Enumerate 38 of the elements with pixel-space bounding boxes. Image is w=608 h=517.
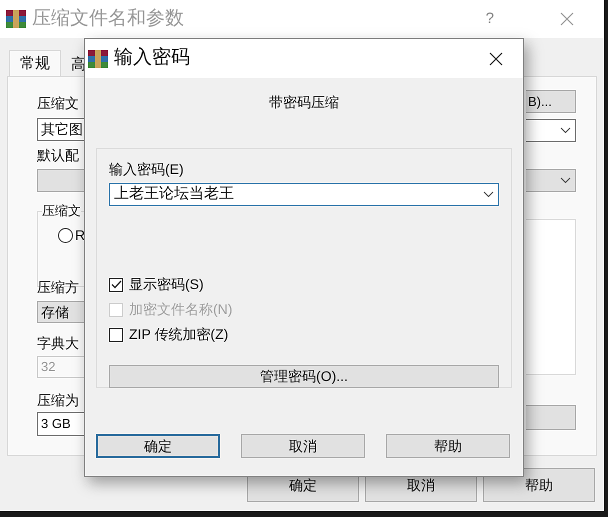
checkbox-label: 显示密码(S): [129, 275, 204, 294]
browse-button[interactable]: B)...: [526, 90, 576, 113]
field-label: 压缩文: [37, 95, 80, 111]
help-button[interactable]: ?: [486, 8, 494, 30]
dialog-button[interactable]: 取消: [241, 434, 365, 458]
archive-app-icon: [6, 10, 26, 28]
checkbox[interactable]: [109, 278, 123, 292]
close-icon[interactable]: [489, 52, 503, 66]
dialog-button[interactable]: 帮助: [386, 434, 510, 458]
radio-label: R: [75, 226, 86, 245]
password-dropdown[interactable]: 上老王论坛当老王: [109, 183, 499, 206]
manage-passwords-button[interactable]: 管理密码(O)...: [109, 365, 499, 388]
field-label: 压缩方: [37, 279, 80, 295]
checkbox-label: 加密文件名称(N): [129, 300, 232, 319]
field-label: 默认配: [37, 147, 80, 163]
field-label: 字典大: [37, 335, 80, 351]
radio-button[interactable]: [58, 228, 73, 243]
dialog-heading: 带密码压缩: [269, 93, 339, 112]
method-dropdown[interactable]: 存储: [37, 301, 87, 323]
archive-name-field[interactable]: 其它图: [37, 118, 87, 141]
window-title: 压缩文件名和参数: [32, 6, 184, 31]
field-label: 压缩为: [37, 392, 80, 408]
dialog-button[interactable]: 帮助: [483, 468, 595, 502]
split-size-field[interactable]: 3 GB: [37, 412, 87, 436]
chevron-down-icon: [560, 177, 571, 184]
password-label: 输入密码(E): [109, 161, 185, 177]
archive-name-dropdown[interactable]: [526, 119, 576, 142]
chevron-down-icon: [483, 191, 494, 198]
checkbox[interactable]: [109, 328, 123, 342]
dialog-title: 输入密码: [114, 46, 190, 70]
group-label: 压缩文: [42, 203, 81, 219]
archive-app-icon: [88, 50, 108, 68]
password-value: 上老王论坛当老王: [114, 184, 234, 204]
dialog-button[interactable]: 确定: [96, 434, 220, 458]
chevron-down-icon: [560, 127, 571, 134]
checkmark-icon: [110, 280, 122, 289]
checkbox-label: ZIP 传统加密(Z): [129, 325, 228, 344]
tab[interactable]: 常规: [9, 50, 61, 76]
